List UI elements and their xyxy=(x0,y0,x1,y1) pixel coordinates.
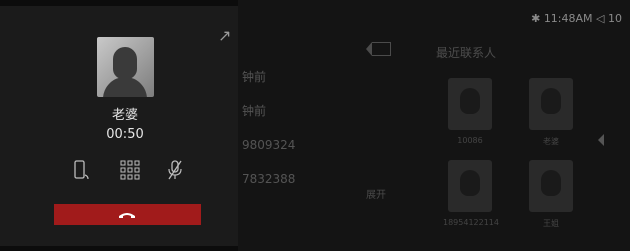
contact-label: 王姐 xyxy=(543,219,559,228)
contact-card[interactable]: 18954122114 xyxy=(443,160,499,227)
volume-icon: ◁ xyxy=(596,12,605,25)
list-item[interactable]: 钟前 xyxy=(242,94,402,128)
contact-label: 老婆 xyxy=(543,137,559,146)
contact-label: 18954122114 xyxy=(443,218,499,227)
call-duration: 00:50 xyxy=(106,127,144,142)
contact-card[interactable]: 王姐 xyxy=(524,160,578,229)
recent-contacts-title: 最近联系人 xyxy=(436,46,497,60)
status-time: 11:48AM xyxy=(543,12,593,25)
contact-label: 10086 xyxy=(457,136,483,145)
minimize-arrow-icon[interactable]: ↗ xyxy=(218,26,231,45)
avatar xyxy=(529,78,573,130)
phone-device-icon[interactable] xyxy=(70,158,92,182)
avatar xyxy=(448,160,492,212)
caller-name: 老婆 xyxy=(111,108,138,123)
recent-calls-list: 钟前 钟前 9809324 7832388 xyxy=(242,38,402,196)
contact-card[interactable]: 老婆 xyxy=(524,78,578,147)
list-item[interactable]: 9809324 xyxy=(242,128,402,162)
hang-up-icon xyxy=(119,213,135,218)
caller-avatar xyxy=(97,37,154,97)
expand-button[interactable]: 展开 xyxy=(366,186,386,201)
collapse-arrow-icon[interactable] xyxy=(598,134,604,146)
in-call-screen: ✱ 11:48AM ◁ 10 钟前 钟前 9809324 7832388 展开 … xyxy=(0,0,630,251)
avatar xyxy=(529,160,573,212)
list-item[interactable]: 钟前 xyxy=(242,60,402,94)
bluetooth-icon: ✱ xyxy=(531,12,541,25)
end-call-button[interactable] xyxy=(54,204,201,225)
contact-card[interactable]: 10086 xyxy=(443,78,497,145)
dialpad-icon[interactable] xyxy=(119,158,141,182)
active-call-panel: ↗ 老婆 00:50 xyxy=(0,6,238,246)
status-extra: 10 xyxy=(608,12,622,25)
mute-mic-icon[interactable] xyxy=(164,158,186,182)
status-bar: ✱ 11:48AM ◁ 10 xyxy=(531,12,622,25)
backspace-icon[interactable] xyxy=(366,42,391,56)
avatar xyxy=(448,78,492,130)
